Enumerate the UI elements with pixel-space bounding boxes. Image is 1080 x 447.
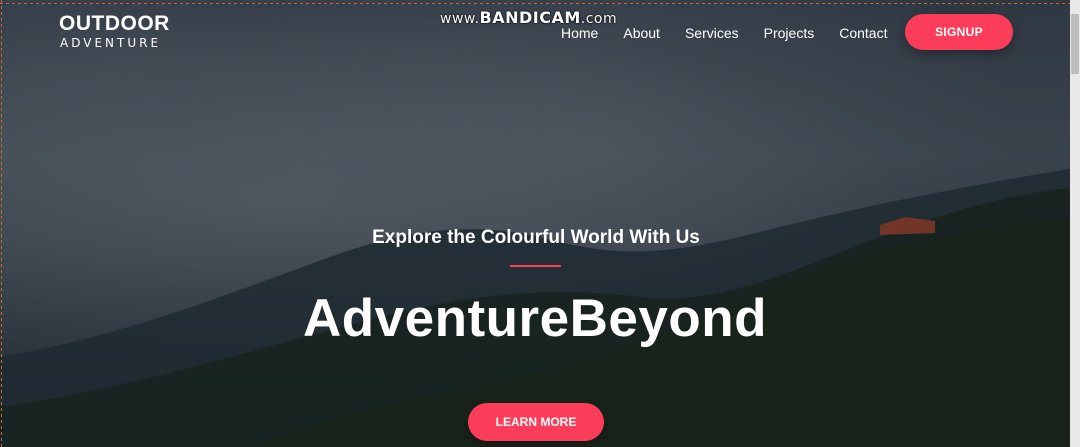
- learn-more-button[interactable]: LEARN MORE: [468, 403, 604, 441]
- hero-subtitle: Explore the Colourful World With Us: [372, 227, 700, 248]
- hero-headline: AdventureBeyond: [303, 289, 767, 348]
- scrollbar[interactable]: [1070, 0, 1080, 447]
- capture-frame-left: [1, 0, 2, 447]
- page: OUTDOOR ADVENTURE www.BANDICAM.com Home …: [0, 0, 1080, 447]
- logo-main-text: OUTDOOR: [59, 12, 170, 35]
- nav-projects[interactable]: Projects: [764, 24, 815, 42]
- main-nav: Home About Services Projects Contact: [561, 24, 912, 42]
- hero-divider: [510, 265, 561, 267]
- watermark-prefix: www.: [440, 11, 480, 27]
- nav-about[interactable]: About: [623, 24, 660, 42]
- dark-overlay: [0, 0, 1080, 447]
- nav-contact[interactable]: Contact: [839, 24, 887, 42]
- site-logo[interactable]: OUTDOOR ADVENTURE: [59, 12, 170, 51]
- nav-home[interactable]: Home: [561, 24, 598, 42]
- capture-frame-top: [0, 3, 1080, 4]
- logo-sub-text: ADVENTURE: [60, 36, 162, 50]
- scrollbar-thumb[interactable]: [1071, 14, 1079, 74]
- nav-services[interactable]: Services: [685, 24, 739, 42]
- signup-button[interactable]: SIGNUP: [905, 14, 1013, 50]
